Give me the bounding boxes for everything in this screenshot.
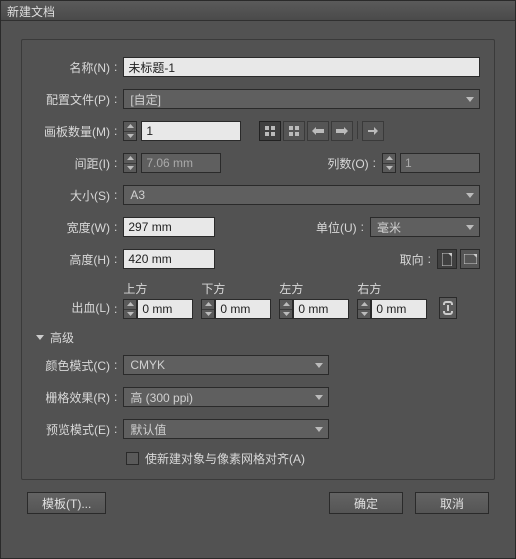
bleed-top-label: 上方: [123, 280, 147, 297]
new-document-dialog: 新建文档 名称(N): 配置文件(P): [自定] 画板数量(M):: [0, 0, 516, 559]
ok-button[interactable]: 确定: [329, 492, 403, 514]
profile-label: 配置文件(P): [36, 91, 110, 108]
arrow-right-icon[interactable]: [362, 121, 384, 141]
bleed-right-input[interactable]: [371, 299, 427, 319]
portrait-icon[interactable]: [437, 249, 457, 269]
height-label: 高度(H): [36, 251, 110, 268]
grid-col-icon[interactable]: [283, 121, 305, 141]
chevron-down-icon: [465, 222, 475, 232]
bleed-top-spinner[interactable]: [123, 299, 137, 319]
columns-input[interactable]: [400, 153, 480, 173]
size-select[interactable]: A3: [123, 185, 480, 205]
bleed-right-spinner[interactable]: [357, 299, 371, 319]
width-input[interactable]: [123, 217, 215, 237]
columns-label: 列数(O): [315, 155, 369, 172]
chevron-down-icon: [314, 360, 324, 370]
name-input[interactable]: [123, 57, 480, 77]
template-button[interactable]: 模板(T)...: [27, 492, 106, 514]
chevron-down-icon: [465, 94, 475, 104]
chevron-down-icon: [465, 190, 475, 200]
width-label: 宽度(W): [36, 219, 110, 236]
bleed-bottom-spinner[interactable]: [201, 299, 215, 319]
height-input[interactable]: [123, 249, 215, 269]
bleed-left-input[interactable]: [293, 299, 349, 319]
landscape-icon[interactable]: [460, 249, 480, 269]
preview-select[interactable]: 默认值: [123, 419, 329, 439]
row-ltr-icon[interactable]: [331, 121, 353, 141]
chevron-down-icon: [314, 392, 324, 402]
orientation-group: [437, 249, 480, 269]
advanced-section-toggle[interactable]: 高级: [36, 329, 480, 346]
chevron-down-icon: [314, 424, 324, 434]
main-panel: 名称(N): 配置文件(P): [自定] 画板数量(M):: [21, 39, 495, 480]
row-rtl-icon[interactable]: [307, 121, 329, 141]
artboards-input[interactable]: [141, 121, 241, 141]
cancel-button[interactable]: 取消: [415, 492, 489, 514]
profile-select[interactable]: [自定]: [123, 89, 480, 109]
bleed-left-spinner[interactable]: [279, 299, 293, 319]
link-bleed-button[interactable]: [439, 297, 457, 319]
spacing-label: 间距(I): [36, 155, 110, 172]
spacing-spinner[interactable]: [123, 153, 137, 173]
orientation-label: 取向: [400, 251, 424, 268]
align-pixel-label: 使新建对象与像素网格对齐(A): [145, 450, 305, 467]
window-titlebar: 新建文档: [1, 1, 515, 21]
bleed-right-label: 右方: [357, 280, 381, 297]
bleed-label: 出血(L): [36, 299, 110, 316]
columns-spinner[interactable]: [382, 153, 396, 173]
units-select[interactable]: 毫米: [370, 217, 480, 237]
name-label: 名称(N): [36, 59, 110, 76]
grid-row-icon[interactable]: [259, 121, 281, 141]
bleed-top-input[interactable]: [137, 299, 193, 319]
window-title: 新建文档: [7, 5, 55, 19]
color-mode-label: 颜色模式(C): [36, 357, 110, 374]
raster-select[interactable]: 高 (300 ppi): [123, 387, 329, 407]
dialog-footer: 模板(T)... 确定 取消: [21, 492, 495, 514]
bleed-bottom-label: 下方: [201, 280, 225, 297]
bleed-left-label: 左方: [279, 280, 303, 297]
raster-label: 栅格效果(R): [36, 389, 110, 406]
preview-label: 预览模式(E): [36, 421, 110, 438]
artboards-spinner[interactable]: [123, 121, 137, 141]
triangle-down-icon: [36, 335, 44, 340]
color-mode-select[interactable]: CMYK: [123, 355, 329, 375]
bleed-bottom-input[interactable]: [215, 299, 271, 319]
size-label: 大小(S): [36, 187, 110, 204]
align-pixel-checkbox[interactable]: [126, 452, 139, 465]
artboards-label: 画板数量(M): [36, 123, 110, 140]
artboard-layout-group: [259, 121, 384, 141]
spacing-input[interactable]: [141, 153, 221, 173]
units-label: 单位(U): [303, 219, 357, 236]
